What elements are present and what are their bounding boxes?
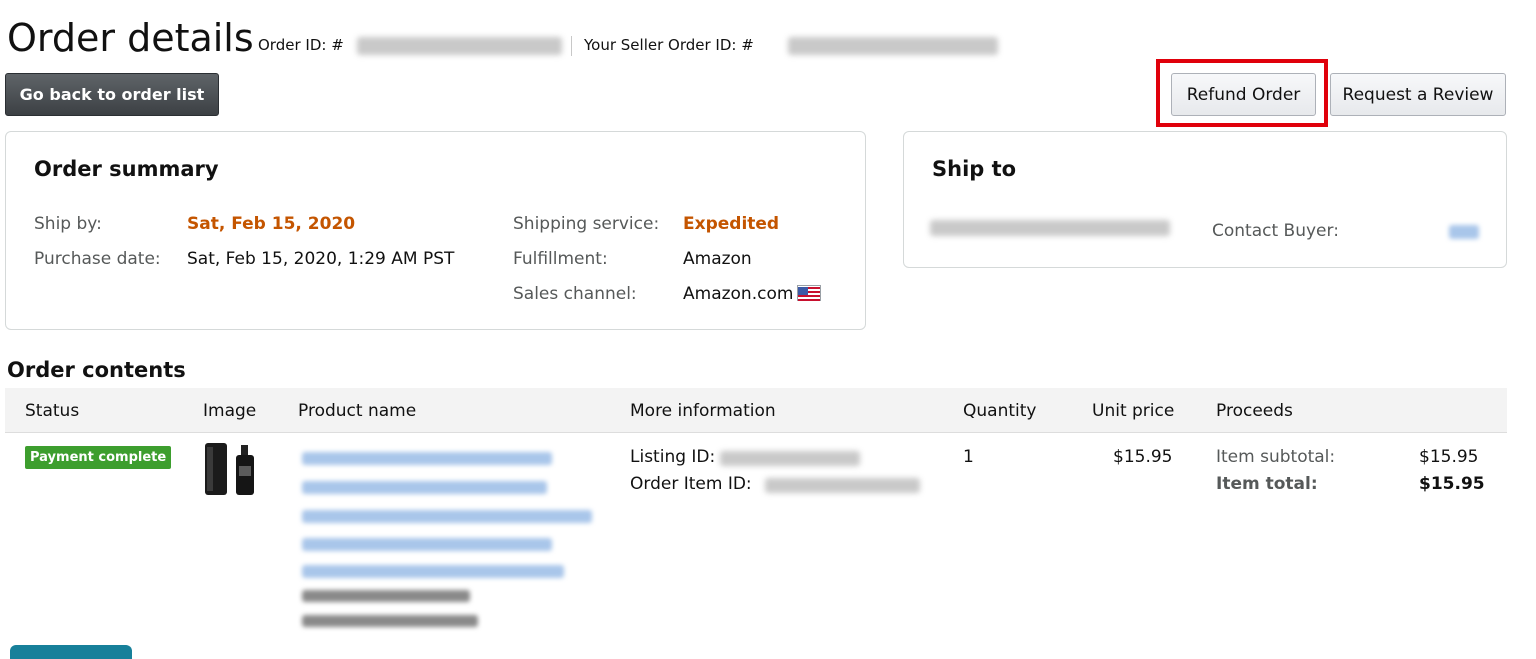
product-name-link-line-5[interactable] bbox=[302, 565, 564, 578]
back-to-order-list-button[interactable]: Go back to order list bbox=[5, 73, 219, 116]
product-name-link-line-4[interactable] bbox=[302, 538, 552, 551]
product-name-link-line-3[interactable] bbox=[302, 510, 592, 523]
status-badge: Payment complete bbox=[25, 446, 172, 469]
listing-id-label: Listing ID: bbox=[630, 447, 716, 467]
refund-order-button[interactable]: Refund Order bbox=[1171, 73, 1316, 116]
order-summary-title: Order summary bbox=[34, 157, 219, 181]
product-name-link-line-2[interactable] bbox=[302, 481, 547, 494]
seller-order-id-label: Your Seller Order ID: # bbox=[584, 36, 754, 54]
ship-by-value: Sat, Feb 15, 2020 bbox=[187, 214, 356, 234]
ship-by-label: Ship by: bbox=[34, 214, 102, 234]
quantity-value: 1 bbox=[963, 447, 974, 467]
sales-channel-value: Amazon.com bbox=[683, 284, 794, 304]
column-proceeds: Proceeds bbox=[1216, 401, 1293, 421]
column-status: Status bbox=[25, 401, 80, 421]
column-quantity: Quantity bbox=[963, 401, 1037, 421]
order-contents-title: Order contents bbox=[7, 358, 186, 382]
shipping-service-value: Expedited bbox=[683, 214, 780, 234]
product-sku-redacted bbox=[302, 615, 478, 627]
ship-to-card bbox=[903, 131, 1507, 268]
item-total-label: Item total: bbox=[1216, 474, 1318, 494]
fulfillment-value: Amazon bbox=[683, 249, 752, 269]
sales-channel-label: Sales channel: bbox=[513, 284, 637, 304]
bottom-action-button[interactable] bbox=[10, 645, 132, 659]
item-total-value: $15.95 bbox=[1419, 474, 1485, 494]
item-subtotal-value: $15.95 bbox=[1419, 447, 1479, 467]
unit-price-value: $15.95 bbox=[1113, 447, 1173, 467]
order-item-id-label: Order Item ID: bbox=[630, 474, 752, 494]
fulfillment-label: Fulfillment: bbox=[513, 249, 608, 269]
order-id-redacted bbox=[357, 37, 562, 55]
us-flag-icon bbox=[797, 285, 821, 301]
listing-id-redacted bbox=[720, 451, 860, 466]
column-image: Image bbox=[203, 401, 257, 421]
order-item-id-redacted bbox=[765, 478, 920, 493]
order-id-label: Order ID: # bbox=[258, 36, 344, 54]
product-asin-redacted bbox=[302, 590, 470, 602]
page-title: Order details bbox=[7, 16, 254, 60]
ship-to-address-redacted bbox=[930, 220, 1170, 236]
seller-order-id-redacted bbox=[788, 37, 998, 55]
product-name-link[interactable] bbox=[302, 452, 552, 465]
column-unit-price: Unit price bbox=[1092, 401, 1175, 421]
ship-to-title: Ship to bbox=[932, 157, 1017, 181]
product-image[interactable] bbox=[205, 441, 261, 497]
column-product-name: Product name bbox=[298, 401, 417, 421]
column-more-information: More information bbox=[630, 401, 776, 421]
purchase-date-value: Sat, Feb 15, 2020, 1:29 AM PST bbox=[187, 249, 455, 269]
id-separator bbox=[571, 36, 572, 56]
item-subtotal-label: Item subtotal: bbox=[1216, 447, 1336, 467]
shipping-service-label: Shipping service: bbox=[513, 214, 660, 234]
contact-buyer-label: Contact Buyer: bbox=[1212, 221, 1339, 241]
purchase-date-label: Purchase date: bbox=[34, 249, 161, 269]
request-review-button[interactable]: Request a Review bbox=[1330, 73, 1506, 116]
contact-buyer-link[interactable] bbox=[1449, 225, 1479, 239]
